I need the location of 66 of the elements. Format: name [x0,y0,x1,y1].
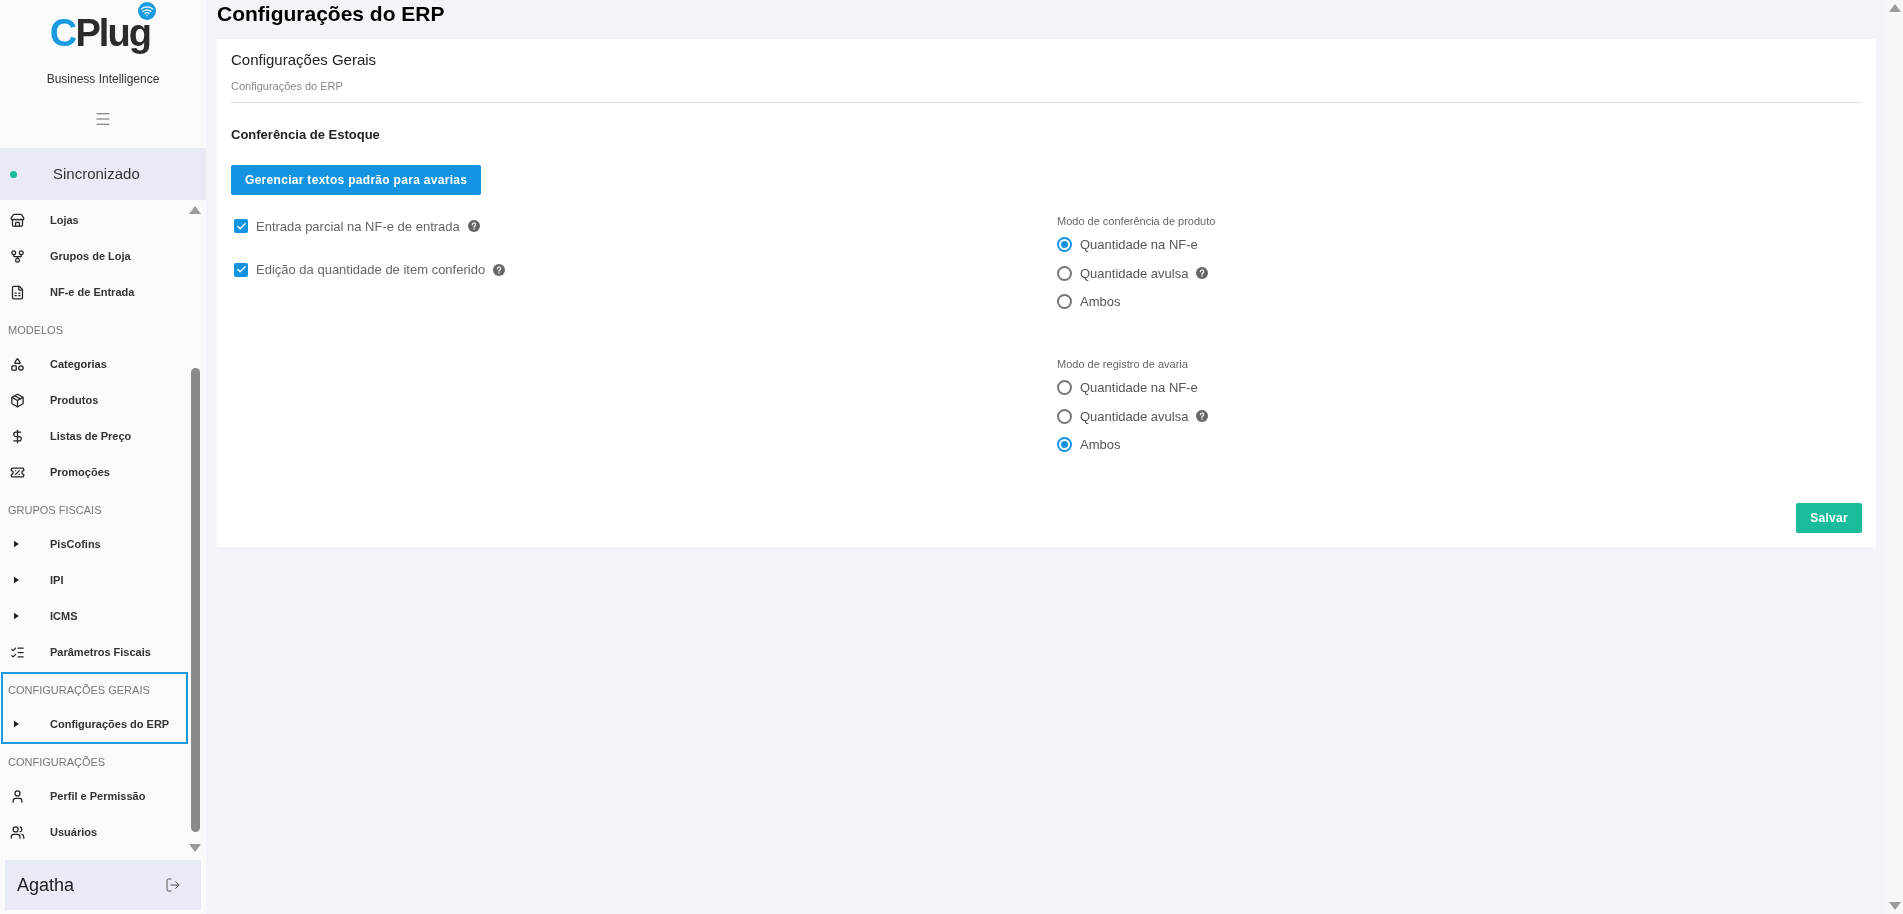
radio-button[interactable] [1057,294,1072,310]
section-title: Conferência de Estoque [231,126,381,144]
sidebar-item[interactable]: Usuários [3,814,186,850]
radio-button[interactable] [1057,408,1072,424]
user-icon [10,788,25,804]
status-label: Sincronizado [53,163,140,184]
sidebar-item[interactable]: Listas de Preço [3,418,186,454]
checkbox-label: Entrada parcial na NF-e de entrada [256,217,460,236]
menu-section-header: CONFIGURAÇÕES GERAIS [8,682,150,698]
scroll-up-icon[interactable] [1889,4,1901,12]
radio-label: Quantidade na NF-e [1080,379,1198,397]
menu-button[interactable] [94,110,112,128]
sidebar-item[interactable]: Parâmetros Fiscais [3,634,186,670]
scroll-down-icon[interactable] [189,844,201,852]
scroll-down-icon[interactable] [1889,902,1901,910]
box-icon [10,392,25,408]
radio-label: Ambos [1080,436,1121,454]
radio-button[interactable] [1057,237,1072,253]
ticket-icon [10,464,25,480]
sidebar-item[interactable]: Categorias [3,346,186,382]
radio-button[interactable] [1057,380,1072,396]
radio-button[interactable] [1057,265,1072,281]
page-title: Configurações do ERP [217,1,446,27]
radio-label: Quantidade na NF-e [1080,236,1198,254]
sidebar-item[interactable]: Perfil e Permissão [3,778,186,814]
logo: CPlug [49,4,157,52]
radio-label: Quantidade avulsa [1080,407,1189,426]
radio-group-label: Modo de registro de avaria [1057,356,1189,372]
app-subtitle: Business Intelligence [46,71,160,88]
menu-section-header: CONFIGURAÇÕES [8,754,106,770]
logout-button[interactable] [165,877,181,893]
help-icon[interactable] [493,263,506,276]
scroll-up-icon[interactable] [189,206,201,214]
check-icon [235,220,247,232]
checkbox[interactable] [234,262,248,277]
radio-label: Quantidade avulsa [1080,264,1189,283]
checkbox[interactable] [234,219,248,234]
radio-label: Ambos [1080,293,1121,311]
sidebar-item[interactable]: Lojas [3,202,186,238]
fork-icon [10,248,25,264]
checkbox-label: Edição da quantidade de item conferido [256,261,486,279]
dollar-icon [10,428,25,444]
card-subtitle: Configurações do ERP [231,78,344,94]
sidebar-item[interactable]: PisCofins [3,526,186,562]
store-icon [10,212,25,228]
user-name: Agatha [17,873,75,897]
menu-section-header: MODELOS [8,322,63,338]
sidebar-item[interactable]: ICMS [3,598,186,634]
menu-section-header: GRUPOS FISCAIS [8,502,102,518]
help-icon[interactable] [1196,267,1209,280]
help-icon[interactable] [467,220,480,233]
sidebar-item[interactable]: IPI [3,562,186,598]
sidebar-item[interactable]: NF-e de Entrada [3,274,186,310]
sidebar-item[interactable]: Produtos [3,382,186,418]
scrollbar-thumb[interactable] [190,368,200,832]
shapes-icon [10,356,25,372]
help-icon[interactable] [1196,410,1209,423]
sidebar-item[interactable]: Promoções [3,454,186,490]
sidebar-item[interactable]: Grupos de Loja [3,238,186,274]
users-icon [10,824,25,840]
sidebar-item[interactable]: Configurações do ERP [3,706,186,742]
card-title: Configurações Gerais [231,50,378,70]
radio-group-label: Modo de conferência de produto [1057,213,1216,229]
list-check-icon [10,644,25,660]
file-icon [10,284,25,300]
radio-button[interactable] [1057,437,1072,453]
